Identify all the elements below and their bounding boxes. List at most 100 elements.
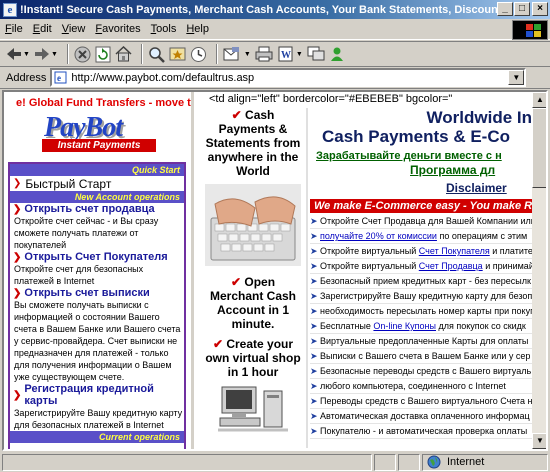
feature-item: ➤ Автоматическая доставка оплаченного инф… bbox=[310, 409, 532, 424]
word-document-icon: W bbox=[278, 46, 293, 62]
menu-view[interactable]: View bbox=[57, 23, 91, 35]
left-frame: e! Global Fund Transfers - move t PayBot… bbox=[4, 92, 194, 449]
address-label: Address bbox=[6, 71, 47, 84]
register-credit-card-link[interactable]: ❯ Регистрация кредитной карты bbox=[10, 383, 184, 407]
left-menu-panel: Quick Start ❯ Быстрый Старт New Account … bbox=[8, 162, 186, 449]
edit-button[interactable]: W ▼ bbox=[277, 43, 303, 65]
feature-item: ➤ Откройте Счет Продавца для Вашей Компан… bbox=[310, 214, 532, 229]
scroll-down-button[interactable]: ▼ bbox=[532, 433, 546, 449]
right-frame: <td align="left" bordercolor="#EBEBEB" b… bbox=[197, 92, 532, 449]
checkmark-icon: ✔ bbox=[230, 275, 242, 289]
menu-bar: File Edit View Favorites Tools Help bbox=[0, 19, 550, 40]
menu-help[interactable]: Help bbox=[181, 23, 214, 35]
feature-link[interactable]: получайте 20% от комиссии bbox=[320, 231, 437, 241]
computer-image bbox=[218, 386, 288, 432]
arrow-bullet-icon: ➤ bbox=[310, 321, 318, 331]
scroll-up-button[interactable]: ▲ bbox=[532, 92, 546, 108]
address-field[interactable]: e ▼ bbox=[50, 68, 527, 87]
page-icon: e bbox=[54, 71, 67, 84]
main-content-column: Worldwide In Cash Payments & E-Co Зараба… bbox=[310, 108, 532, 439]
discuss-icon bbox=[307, 46, 325, 61]
feature-item: ➤ необходимость пересылать номер карты пр… bbox=[310, 304, 532, 319]
feature-item: ➤ Выписки с Вашего счета в Вашем Банке ил… bbox=[310, 349, 532, 364]
stop-icon bbox=[74, 46, 91, 62]
feature-item: ➤ Зарегистрируйте Вашу кредитную карту дл… bbox=[310, 289, 532, 304]
minimize-button[interactable]: _ bbox=[497, 2, 513, 16]
quick-start-bar: Quick Start bbox=[10, 164, 184, 176]
arrow-bullet-icon: ➤ bbox=[310, 216, 318, 226]
current-operations-bar: Current operations bbox=[10, 431, 184, 443]
status-message bbox=[2, 453, 372, 471]
menu-tools[interactable]: Tools bbox=[146, 23, 182, 35]
feature-item: ➤ Откройте виртуальный Счет Продавца и пр… bbox=[310, 259, 532, 274]
quick-start-link[interactable]: ❯ Быстрый Старт bbox=[10, 176, 184, 191]
arrow-bullet-icon: ➤ bbox=[310, 261, 318, 271]
favorites-icon bbox=[169, 47, 186, 61]
feature-link[interactable]: Счет Продавца bbox=[419, 261, 483, 271]
status-pane bbox=[398, 453, 420, 471]
arrow-bullet-icon: ➤ bbox=[310, 231, 318, 241]
arrow-bullet-icon: ➤ bbox=[310, 276, 318, 286]
new-account-bar: New Account operations bbox=[10, 191, 184, 203]
browser-content: e! Global Fund Transfers - move t PayBot… bbox=[2, 90, 548, 451]
back-button[interactable]: ▼ bbox=[6, 43, 30, 65]
menu-favorites[interactable]: Favorites bbox=[90, 23, 145, 35]
checkmark-icon: ✔ bbox=[231, 108, 242, 122]
window-title: !Instant! Secure Cash Payments, Merchant… bbox=[20, 3, 510, 16]
feature-link[interactable]: On-line Купоны bbox=[373, 321, 436, 331]
promo-column: ✔ Cash Payments & Statements from anywhe… bbox=[205, 108, 301, 433]
promo-merchant-account: ✔ Open Merchant Cash Account in 1 minute… bbox=[209, 275, 297, 331]
search-button[interactable] bbox=[148, 43, 165, 65]
vertical-scrollbar[interactable]: ▲ ▼ bbox=[532, 92, 546, 449]
address-dropdown-button[interactable]: ▼ bbox=[508, 70, 525, 85]
headline-cash-payments: Cash Payments & E-Co bbox=[322, 127, 510, 146]
open-buyer-account-link[interactable]: ❯ Открыть Счет Покупателя bbox=[10, 251, 184, 263]
scroll-thumb[interactable] bbox=[532, 108, 546, 188]
toolbar: ▼ ▼ ▼ W ▼ bbox=[0, 41, 550, 67]
feature-item: ➤ любого компьютера, соединенного с Inter… bbox=[310, 379, 532, 394]
svg-text:W: W bbox=[281, 50, 291, 61]
favorites-button[interactable] bbox=[169, 43, 186, 65]
feature-item: ➤ Переводы средств с Вашего виртуального … bbox=[310, 394, 532, 409]
history-icon bbox=[190, 46, 206, 62]
forward-arrow-icon bbox=[34, 48, 49, 60]
discuss-button[interactable] bbox=[307, 43, 325, 65]
mail-icon bbox=[223, 47, 239, 61]
title-bar: e !Instant! Secure Cash Payments, Mercha… bbox=[0, 0, 550, 19]
home-icon bbox=[115, 46, 132, 62]
ie-icon[interactable]: e bbox=[3, 2, 17, 17]
feature-link[interactable]: Счет Покупателя bbox=[419, 246, 490, 256]
history-button[interactable] bbox=[190, 43, 207, 65]
feature-item: ➤ получайте 20% от комиссии по операциям … bbox=[310, 229, 532, 244]
feature-item: ➤ Откройте виртуальный Счет Покупателя и … bbox=[310, 244, 532, 259]
print-button[interactable] bbox=[255, 43, 273, 65]
home-button[interactable] bbox=[115, 43, 132, 65]
promo-cash-payments: ✔ Cash Payments & Statements from anywhe… bbox=[205, 108, 301, 178]
arrow-bullet-icon: ➤ bbox=[310, 246, 318, 256]
maximize-button[interactable]: □ bbox=[514, 2, 530, 16]
globe-icon bbox=[427, 455, 441, 469]
affiliate-program-link[interactable]: Программа дл bbox=[316, 163, 532, 177]
menu-file[interactable]: File bbox=[0, 23, 28, 35]
open-merchant-account-link[interactable]: ❯ Открыть счет продавца bbox=[10, 203, 184, 215]
forward-button[interactable]: ▼ bbox=[34, 43, 58, 65]
marquee-text: e! Global Fund Transfers - move t bbox=[16, 97, 191, 109]
status-pane bbox=[374, 453, 396, 471]
windows-logo-icon bbox=[512, 20, 548, 40]
messenger-button[interactable] bbox=[329, 43, 345, 65]
refresh-icon bbox=[95, 46, 111, 62]
checkmark-icon: ✔ bbox=[212, 337, 223, 351]
mail-button[interactable]: ▼ bbox=[223, 43, 251, 65]
open-statement-account-link[interactable]: ❯ Открыть счет выписки bbox=[10, 287, 184, 299]
arrow-bullet-icon: ➤ bbox=[310, 306, 318, 316]
printer-icon bbox=[255, 46, 273, 62]
affiliate-link[interactable]: Зарабатывайте деньги вместе с н bbox=[316, 150, 532, 162]
refresh-button[interactable] bbox=[95, 43, 111, 65]
close-button[interactable]: × bbox=[532, 2, 548, 16]
arrow-bullet-icon: ➤ bbox=[310, 411, 318, 421]
paybot-logo[interactable]: PayBot Instant Payments bbox=[40, 112, 158, 152]
address-input[interactable] bbox=[71, 71, 509, 84]
disclaimer-link[interactable]: Disclaimer bbox=[316, 181, 532, 195]
menu-edit[interactable]: Edit bbox=[28, 23, 57, 35]
stop-button[interactable] bbox=[74, 43, 91, 65]
